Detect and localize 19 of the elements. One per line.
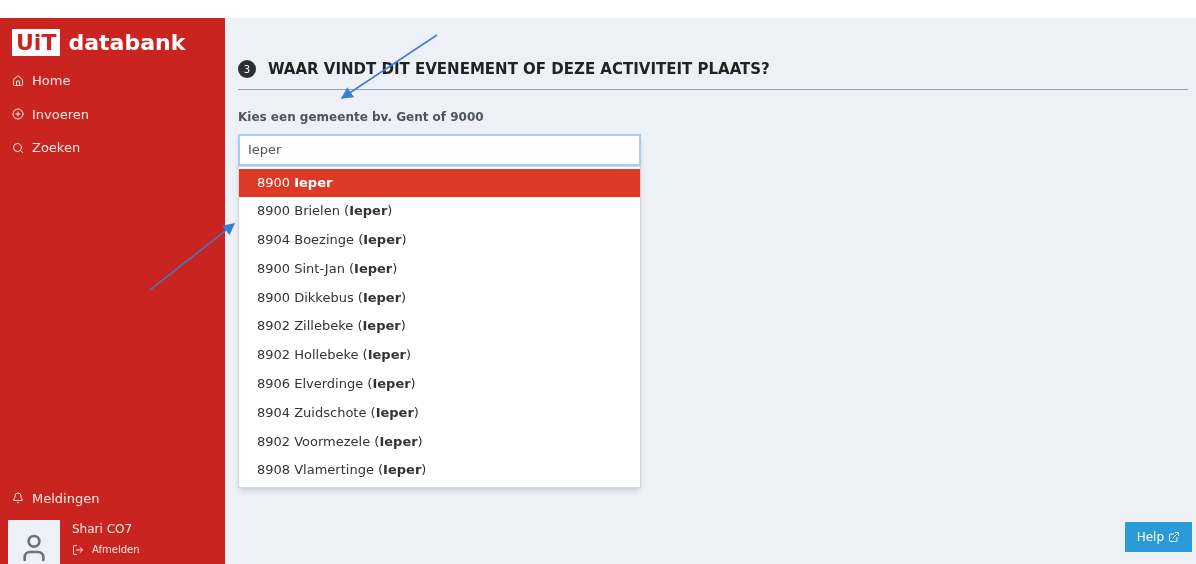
external-link-icon bbox=[1168, 531, 1180, 543]
field-label: Kies een gemeente bv. Gent of 9000 bbox=[238, 108, 485, 126]
nav-link[interactable]: Zoeken bbox=[12, 138, 213, 158]
logo-text: databank bbox=[68, 29, 186, 57]
suggestion-item[interactable]: 8900 Ieper bbox=[239, 168, 640, 198]
bell-icon bbox=[12, 492, 24, 505]
municipality-field[interactable]: Ieper bbox=[238, 133, 641, 166]
section-title: WAAR VINDT DIT EVENEMENT OF DEZE ACTIVITEIT PLAATS? bbox=[268, 59, 770, 80]
notifications-link[interactable]: Meldingen bbox=[0, 488, 225, 508]
logout-link[interactable]: Afmelden bbox=[72, 542, 140, 557]
plus-icon bbox=[12, 108, 24, 121]
search-icon bbox=[12, 141, 24, 154]
user-name: Shari CO7 bbox=[72, 521, 134, 538]
logout-icon bbox=[72, 543, 84, 556]
logo-badge: UiT bbox=[12, 28, 61, 57]
step-number: 3 bbox=[238, 60, 256, 79]
nav-link[interactable]: Home bbox=[12, 71, 213, 91]
nav-link[interactable]: Invoeren bbox=[12, 104, 213, 124]
home-icon bbox=[12, 74, 24, 87]
